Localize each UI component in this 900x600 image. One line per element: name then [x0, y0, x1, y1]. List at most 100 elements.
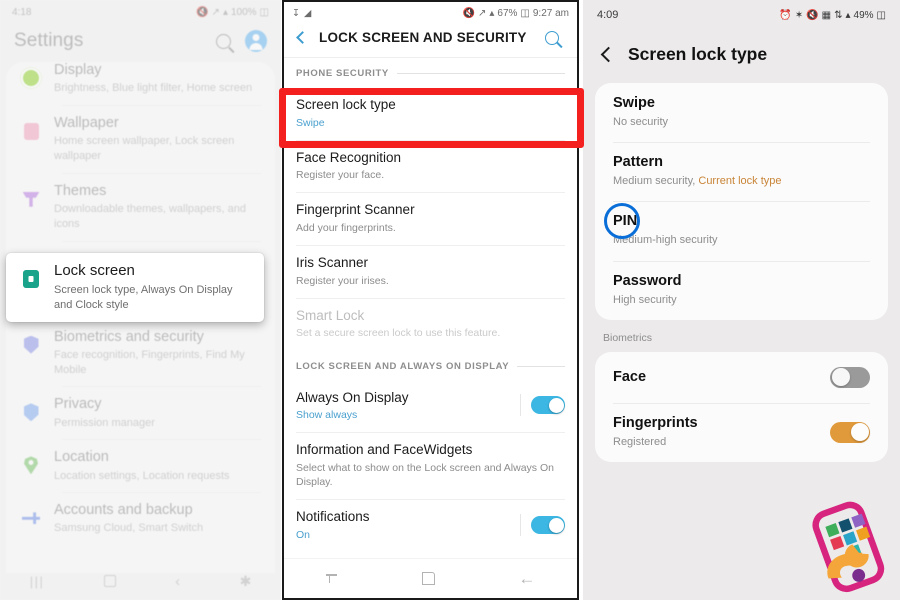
face-toggle[interactable]: [830, 366, 870, 388]
divider: [517, 365, 565, 367]
search-icon[interactable]: [545, 30, 559, 45]
list-item-subtitle: Swipe: [296, 116, 325, 129]
phone-wrench-logo: [812, 501, 885, 593]
list-item-pin[interactable]: PIN Medium-high security: [595, 201, 888, 260]
list-item-title: Pattern: [613, 154, 663, 171]
list-item-subtitle: Brightness, Blue light filter, Home scre…: [54, 82, 253, 95]
screenshot-stage: 4:18 🔇 ↗ ▴ 100% ◫ Settings Display Brigh…: [0, 0, 900, 600]
list-item-subtitle: High security: [613, 293, 677, 306]
signal-icon: ▴: [845, 9, 851, 21]
accessibility-icon[interactable]: ✱: [240, 573, 252, 590]
sidebar-item-themes[interactable]: Themes Downloadable themes, wallpapers, …: [6, 172, 275, 241]
list-item-title: Accounts and backup: [54, 502, 193, 519]
list-item-fingerprints[interactable]: Fingerprints Registered: [595, 402, 888, 462]
list-item-password[interactable]: Password High security: [595, 260, 888, 320]
chevron-left-icon[interactable]: [296, 31, 309, 44]
page-title: Settings: [14, 30, 84, 51]
list-item-fingerprint-scanner[interactable]: Fingerprint Scanner Add your fingerprint…: [284, 192, 577, 245]
recents-icon[interactable]: [325, 573, 339, 584]
back-arrow-icon[interactable]: ‹: [175, 573, 180, 590]
sidebar-item-privacy[interactable]: Privacy Permission manager: [6, 386, 275, 439]
home-icon[interactable]: [103, 575, 116, 587]
signal-icon: ▴: [222, 6, 228, 18]
status-time: 4:09: [597, 9, 619, 21]
list-item-subtitle: Home screen wallpaper, Lock screen wallp…: [54, 135, 235, 162]
list-item-title: Fingerprints: [613, 414, 698, 431]
list-item-face-recognition[interactable]: Face Recognition Register your face.: [284, 139, 577, 193]
recents-icon[interactable]: |||: [30, 574, 45, 589]
key-icon: [18, 505, 44, 531]
sidebar-item-display[interactable]: Display Brightness, Blue light filter, H…: [6, 52, 275, 105]
sync-icon: ⇅: [834, 9, 843, 21]
lock-type-card: Swipe No security Pattern Medium securit…: [595, 83, 888, 320]
panel1-statusbar: 4:18 🔇 ↗ ▴ 100% ◫: [0, 0, 281, 24]
panel1-navbar[interactable]: ||| ‹ ✱: [0, 562, 281, 600]
home-icon[interactable]: [421, 572, 435, 585]
chevron-left-icon[interactable]: [600, 46, 617, 63]
download-icon: ↧: [292, 7, 300, 19]
list-item-face[interactable]: Face: [595, 352, 888, 403]
list-item-swipe[interactable]: Swipe No security: [595, 83, 888, 142]
list-item-information-facewidgets[interactable]: Information and FaceWidgets Select what …: [284, 432, 577, 499]
divider: [396, 73, 565, 74]
subtitle-text: Medium security,: [613, 175, 699, 188]
list-item-title: Password: [613, 272, 682, 289]
list-item-subtitle: Register your face.: [296, 169, 385, 182]
list-item-subtitle: Medium security, Current lock type: [613, 174, 870, 189]
list-item-subtitle: Set a secure screen lock to use this fea…: [296, 327, 501, 340]
lock-icon: [18, 266, 44, 292]
status-time: 4:18: [12, 6, 32, 18]
list-item-title: Swipe: [613, 95, 655, 111]
mute-icon: 🔇: [806, 9, 819, 21]
always-on-display-toggle[interactable]: [531, 396, 565, 415]
panel3-header: Screen lock type: [583, 30, 900, 83]
back-arrow-icon[interactable]: ←: [518, 570, 535, 587]
biometrics-card: Face Fingerprints Registered: [595, 351, 888, 463]
list-item-iris-scanner[interactable]: Iris Scanner Register your irises.: [284, 245, 577, 298]
list-item-subtitle: Medium-high security: [613, 234, 718, 247]
list-item-screen-lock-type[interactable]: Screen lock type Swipe: [284, 87, 577, 140]
list-item-notifications[interactable]: Notifications On: [284, 499, 577, 552]
list-item-subtitle: Register your irises.: [296, 274, 389, 287]
account-avatar-icon[interactable]: [245, 30, 267, 52]
panel2-header: LOCK SCREEN AND SECURITY: [284, 24, 577, 58]
list-item-title: Location: [54, 449, 109, 466]
wifi-icon: ↗: [477, 7, 487, 19]
list-item-title: Fingerprint Scanner: [296, 202, 415, 218]
list-item-subtitle: Face recognition, Fingerprints, Find My …: [54, 348, 245, 376]
status-battery: 100%: [230, 6, 257, 18]
sidebar-item-biometrics[interactable]: Biometrics and security Face recognition…: [6, 318, 275, 387]
list-item-subtitle: Downloadable themes, wallpapers, and ico…: [54, 202, 247, 230]
list-item-subtitle: Show always: [296, 409, 358, 422]
lock-screen-highlight-card[interactable]: Lock screen Screen lock type, Always On …: [6, 253, 264, 323]
list-item-title: Biometrics and security: [54, 328, 204, 345]
battery-icon: ◫: [520, 7, 530, 19]
page-title: Screen lock type: [628, 44, 768, 64]
sidebar-item-location[interactable]: Location Location settings, Location req…: [6, 439, 275, 492]
notifications-toggle[interactable]: [531, 516, 565, 535]
panel2-navbar[interactable]: ←: [284, 558, 577, 598]
battery-icon: ◫: [876, 9, 886, 21]
fingerprints-toggle[interactable]: [830, 421, 870, 443]
list-item-title: Always On Display: [296, 389, 409, 405]
location-pin-icon: [18, 452, 44, 478]
search-icon[interactable]: [216, 33, 231, 49]
sidebar-item-wallpaper[interactable]: Wallpaper Home screen wallpaper, Lock sc…: [6, 104, 275, 173]
list-item-subtitle: Permission manager: [54, 416, 155, 429]
list-item-always-on-display[interactable]: Always On Display Show always: [284, 380, 577, 433]
current-lock-type-badge: Current lock type: [698, 175, 782, 188]
list-item-subtitle: On: [296, 528, 311, 541]
divider: [520, 394, 521, 417]
bluetooth-icon: ✶: [794, 9, 804, 21]
list-item-title: Themes: [54, 182, 107, 199]
list-item-pattern[interactable]: Pattern Medium security, Current lock ty…: [595, 142, 888, 201]
section-header-lock-screen-aod: LOCK SCREEN AND ALWAYS ON DISPLAY: [284, 351, 577, 380]
section-header-phone-security: PHONE SECURITY: [284, 58, 577, 87]
list-item-subtitle: Add your fingerprints.: [296, 221, 396, 234]
nfc-icon: ▦: [821, 9, 832, 21]
list-item-title: Wallpaper: [54, 114, 119, 131]
panel2-statusbar: ↧ ◢ 🔇 ↗ ▴ 67% ◫ 9:27 am: [284, 2, 577, 24]
privacy-icon: [18, 399, 44, 425]
sidebar-item-accounts[interactable]: Accounts and backup Samsung Cloud, Smart…: [6, 492, 275, 545]
mute-icon: 🔇: [196, 6, 209, 18]
